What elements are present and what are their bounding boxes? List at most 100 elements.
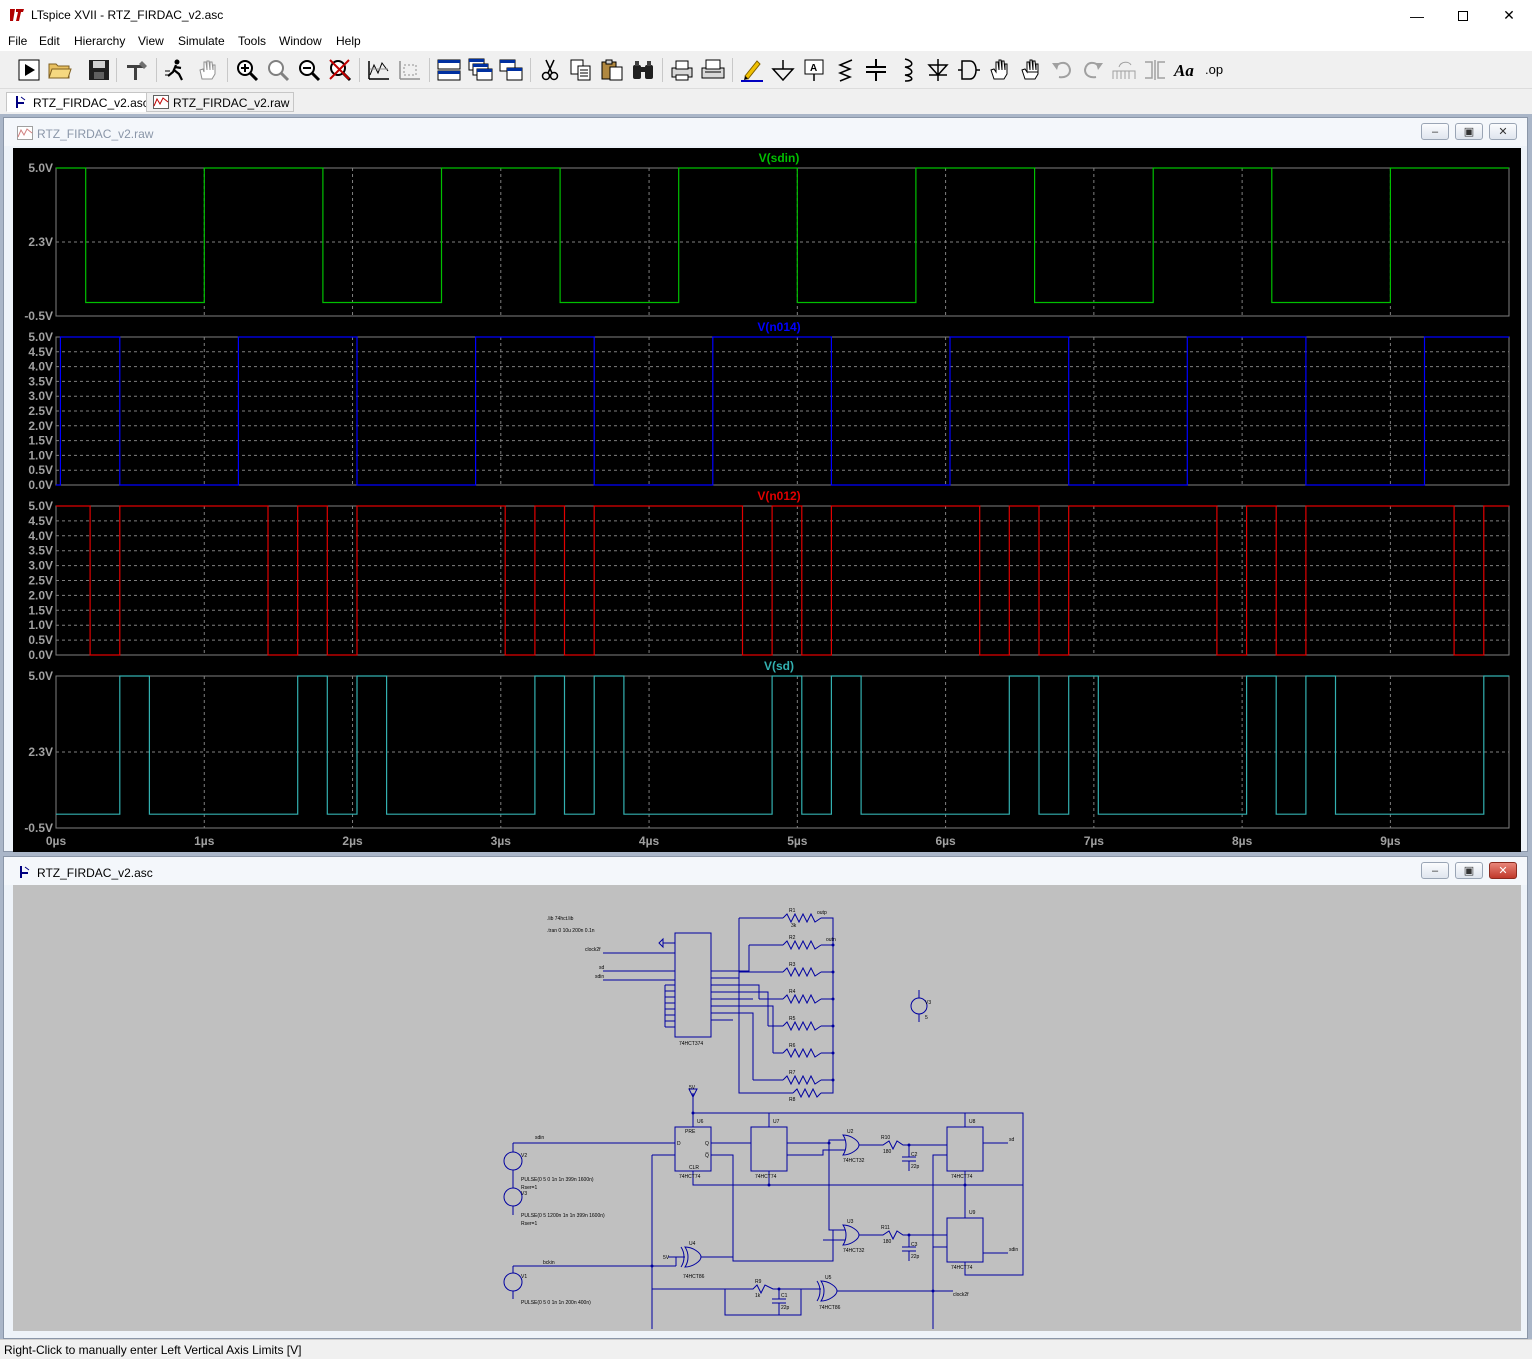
- net-label-5v[interactable]: 5V: [689, 1085, 696, 1091]
- tab-schematic[interactable]: RTZ_FIRDAC_v2.asc: [6, 92, 154, 112]
- resistor-r7[interactable]: R7: [789, 1070, 796, 1076]
- tab-waveform[interactable]: RTZ_FIRDAC_v2.raw: [146, 92, 295, 112]
- zoom-out-icon[interactable]: [296, 57, 322, 83]
- net-label-sd-out[interactable]: sd: [1009, 1137, 1015, 1143]
- cascade-icon[interactable]: [467, 57, 493, 83]
- maximize-button[interactable]: [1440, 0, 1486, 31]
- find-icon[interactable]: [630, 57, 656, 83]
- tile-horizontal-icon[interactable]: [436, 57, 462, 83]
- menu-tools[interactable]: Tools: [238, 34, 266, 48]
- ff-u9[interactable]: U9: [969, 1210, 976, 1216]
- plot-settings-icon[interactable]: [366, 57, 392, 83]
- resistor-r5[interactable]: R5: [789, 1016, 796, 1022]
- source-vsup[interactable]: V3: [925, 1000, 931, 1006]
- schematic-window-titlebar[interactable]: RTZ_FIRDAC_v2.asc – ▣ ✕: [4, 857, 1527, 885]
- plot-minimize-button[interactable]: –: [1421, 123, 1449, 140]
- resistor-r10[interactable]: R10: [881, 1135, 890, 1141]
- directive-tran[interactable]: .tran 0 10u 200n 0.1n: [547, 928, 595, 934]
- zoom-in-icon[interactable]: [234, 57, 260, 83]
- zoom-cancel-icon[interactable]: [327, 57, 353, 83]
- menu-file[interactable]: File: [8, 34, 27, 48]
- inductor-icon[interactable]: [894, 57, 920, 83]
- menu-window[interactable]: Window: [279, 34, 322, 48]
- schematic-close-button[interactable]: ✕: [1489, 862, 1517, 879]
- waveform-plot-area[interactable]: 5.0V 2.3V -0.5V V(sdin) 5.0V 4.5V 4.0V 3.5V 3.0V…: [13, 148, 1521, 852]
- gate-u4[interactable]: U4: [689, 1241, 696, 1247]
- source-v1-spec[interactable]: PULSE(0 5 0 1n 1n 200n 400n): [521, 1300, 591, 1306]
- print-icon[interactable]: [700, 57, 726, 83]
- pan-hand-icon[interactable]: [195, 57, 221, 83]
- resistor-icon[interactable]: [832, 57, 858, 83]
- trace-title-vn014[interactable]: V(n014): [757, 320, 800, 334]
- net-label-sdin[interactable]: sdin: [595, 974, 604, 980]
- resistor-r6[interactable]: R6: [789, 1043, 796, 1049]
- source-v2[interactable]: V2: [521, 1153, 527, 1159]
- ff-u7[interactable]: U7: [773, 1119, 780, 1125]
- net-label-sdin-in[interactable]: sdin: [535, 1135, 544, 1141]
- net-label-bckin[interactable]: bckin: [543, 1260, 555, 1266]
- move-icon[interactable]: [987, 57, 1013, 83]
- draw-wire-icon[interactable]: [739, 57, 765, 83]
- menu-simulate[interactable]: Simulate: [178, 34, 225, 48]
- capacitor-icon[interactable]: [863, 57, 889, 83]
- directive-lib[interactable]: .lib 74hct.lib: [547, 916, 574, 922]
- resistor-r4[interactable]: R4: [789, 989, 796, 995]
- resistor-r3[interactable]: R3: [789, 962, 796, 968]
- trace-line-vsdin[interactable]: [56, 167, 1509, 304]
- net-label-outn[interactable]: outn: [826, 937, 836, 943]
- trace-title-vsdin[interactable]: V(sdin): [759, 151, 800, 165]
- save-icon[interactable]: [86, 57, 112, 83]
- ff-u8[interactable]: U8: [969, 1119, 976, 1125]
- gate-u5[interactable]: U5: [825, 1275, 832, 1281]
- open-icon[interactable]: [47, 57, 73, 83]
- resistor-r8[interactable]: R8: [789, 1097, 796, 1103]
- capacitor-c2[interactable]: C2: [911, 1152, 918, 1158]
- capacitor-c1[interactable]: C1: [781, 1293, 788, 1299]
- gate-u3[interactable]: U3: [847, 1219, 854, 1225]
- ground-icon[interactable]: [770, 57, 796, 83]
- schematic-canvas[interactable]: .lib 74hct.lib .tran 0 10u 200n 0.1n R1 …: [13, 885, 1521, 1331]
- component-icon[interactable]: [956, 57, 982, 83]
- redo-icon[interactable]: [1080, 57, 1106, 83]
- schematic-drawing[interactable]: .lib 74hct.lib .tran 0 10u 200n 0.1n R1 …: [13, 885, 1521, 1331]
- source-v2-spec[interactable]: PULSE(0 5 0 1n 1n 399n 1600n): [521, 1177, 594, 1183]
- trace-line-vsd[interactable]: [56, 675, 1509, 815]
- drag-icon[interactable]: [1018, 57, 1044, 83]
- print-preview-icon[interactable]: [669, 57, 695, 83]
- source-v1[interactable]: V1: [521, 1274, 527, 1280]
- spice-directive-icon[interactable]: .op: [1204, 57, 1230, 83]
- menu-help[interactable]: Help: [336, 34, 361, 48]
- menu-edit[interactable]: Edit: [39, 34, 60, 48]
- menu-view[interactable]: View: [138, 34, 164, 48]
- tile-vertical-icon[interactable]: [498, 57, 524, 83]
- mirror-icon[interactable]: [1142, 57, 1168, 83]
- source-v3[interactable]: V3: [521, 1191, 527, 1197]
- ic-74hct374[interactable]: 74HCT374: [679, 1041, 703, 1047]
- copy-icon[interactable]: [568, 57, 594, 83]
- resistor-r11[interactable]: R11: [881, 1225, 890, 1231]
- menu-hierarchy[interactable]: Hierarchy: [74, 34, 125, 48]
- source-v3-spec[interactable]: PULSE(0 5 1200n 1n 1n 399n 1600n): [521, 1213, 605, 1219]
- label-net-icon[interactable]: A: [801, 57, 827, 83]
- trace-title-vsd[interactable]: V(sd): [764, 659, 794, 673]
- ff-u6[interactable]: U6: [697, 1119, 704, 1125]
- schematic-restore-button[interactable]: ▣: [1455, 862, 1483, 879]
- cut-icon[interactable]: [537, 57, 563, 83]
- minimize-button[interactable]: —: [1394, 0, 1440, 31]
- run-icon[interactable]: [16, 57, 42, 83]
- paste-icon[interactable]: [599, 57, 625, 83]
- rotate-icon[interactable]: [1111, 57, 1137, 83]
- halt-icon[interactable]: [163, 57, 189, 83]
- trace-title-vn012[interactable]: V(n012): [757, 489, 800, 503]
- autoscale-icon[interactable]: [397, 57, 423, 83]
- waveform-window-titlebar[interactable]: RTZ_FIRDAC_v2.raw – ▣ ✕: [4, 118, 1527, 146]
- net-label-5v-xor[interactable]: 5V: [663, 1255, 670, 1261]
- capacitor-c3[interactable]: C3: [911, 1242, 918, 1248]
- resistor-r1[interactable]: R1: [789, 908, 796, 914]
- plot-close-button[interactable]: ✕: [1489, 123, 1517, 140]
- gate-u2[interactable]: U2: [847, 1129, 854, 1135]
- text-icon[interactable]: Aa: [1173, 57, 1199, 83]
- net-label-clock2f[interactable]: clock2f: [585, 947, 601, 953]
- resistor-r9[interactable]: R9: [755, 1279, 762, 1285]
- close-button[interactable]: ✕: [1486, 0, 1532, 31]
